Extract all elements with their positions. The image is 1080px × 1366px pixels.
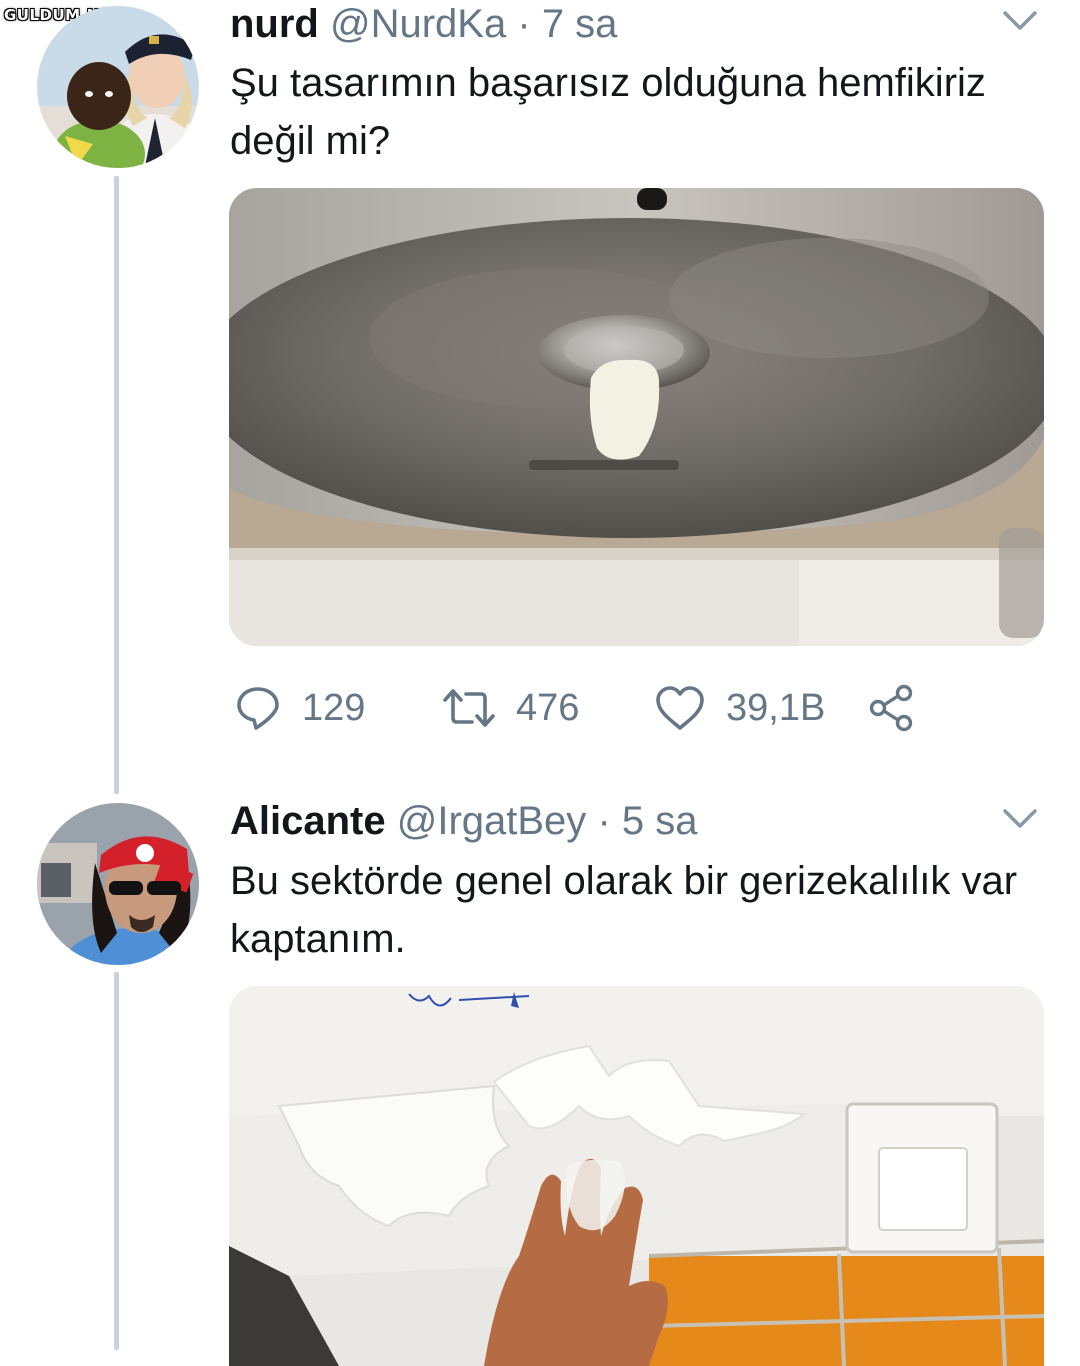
separator-dot: · bbox=[517, 2, 531, 46]
reply-button[interactable]: 129 bbox=[234, 680, 365, 736]
chevron-down-icon[interactable] bbox=[1002, 808, 1038, 830]
display-name[interactable]: nurd bbox=[230, 2, 319, 46]
tweet-header: Alicante @IrgatBey · 5 sa bbox=[230, 797, 698, 845]
speech-bubble-icon bbox=[237, 687, 279, 730]
tweet-timestamp[interactable]: 5 sa bbox=[622, 799, 698, 843]
tweet-header: nurd @NurdKa · 7 sa bbox=[230, 0, 617, 48]
like-button[interactable]: 39,1B bbox=[654, 680, 825, 736]
retweet-button[interactable]: 476 bbox=[442, 680, 579, 736]
chevron-down-icon[interactable] bbox=[1002, 10, 1038, 32]
tweet-timestamp[interactable]: 7 sa bbox=[542, 2, 618, 46]
share-icon bbox=[869, 684, 913, 732]
tweet-text: Şu tasarımın başarısız olduğuna hemfikir… bbox=[230, 61, 986, 163]
display-name[interactable]: Alicante bbox=[230, 799, 386, 843]
thread-line bbox=[114, 176, 119, 794]
tweet-text: Bu sektörde genel olarak bir gerizekalıl… bbox=[230, 859, 1018, 961]
thread-line bbox=[114, 972, 119, 1350]
tweet-actions: 129 476 39,1B bbox=[230, 680, 950, 740]
tweet-photo[interactable] bbox=[229, 188, 1044, 646]
reply-count: 129 bbox=[302, 686, 366, 729]
heart-icon bbox=[656, 686, 704, 730]
share-button[interactable] bbox=[866, 680, 916, 736]
retweet-arrows-icon bbox=[443, 689, 495, 727]
tweet-photo[interactable] bbox=[229, 986, 1044, 1366]
avatar[interactable] bbox=[37, 6, 199, 168]
user-handle[interactable]: @NurdKa bbox=[330, 2, 506, 46]
avatar[interactable] bbox=[37, 803, 199, 965]
retweet-count: 476 bbox=[516, 686, 580, 729]
like-count: 39,1B bbox=[726, 686, 826, 729]
separator-dot: · bbox=[597, 799, 611, 843]
user-handle[interactable]: @IrgatBey bbox=[397, 799, 587, 843]
